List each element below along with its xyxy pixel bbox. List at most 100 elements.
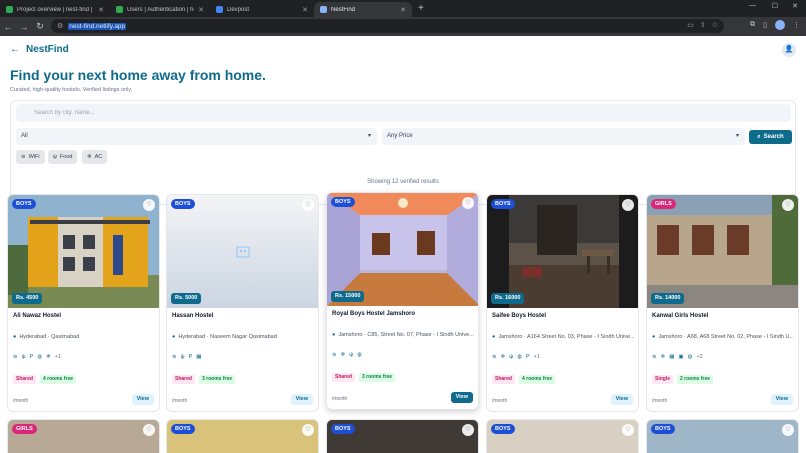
forward-nav-icon[interactable]: → (16, 22, 32, 32)
heart-icon[interactable]: ♡ (622, 424, 634, 436)
close-icon[interactable]: ✕ (98, 6, 104, 14)
profile-avatar[interactable] (775, 20, 785, 30)
hostel-location: ● Hyderabad · Naseem Nagar Qasimabad (172, 334, 317, 340)
firebase-icon (6, 6, 13, 13)
browser-tab-nestfind[interactable]: NestFind ✕ (314, 2, 412, 17)
location-text: Jamshoro · A68, A68 Street No. 02, Phase… (658, 334, 795, 340)
listing-card-partial[interactable]: BOYS ♡ (646, 419, 799, 453)
install-app-icon[interactable]: ▭ (687, 21, 694, 29)
wifi-icon: ≋ (172, 354, 177, 360)
wifi-icon: ≋ (13, 354, 18, 360)
view-button[interactable]: View (610, 394, 633, 405)
view-button[interactable]: View (770, 394, 793, 405)
listing-card-partial[interactable]: BOYS ♡ (326, 419, 479, 453)
brand-logo-text[interactable]: NestFind (26, 44, 69, 55)
gender-badge: GIRLS (651, 199, 676, 209)
extensions-icon[interactable]: ⧉ (750, 21, 755, 29)
listing-card[interactable]: BOYS ♡ Rs. 15000 Royal Boys Hostel Jamsh… (326, 192, 479, 410)
rooms-free-tag: 4 rooms free (519, 375, 556, 384)
location-text: Hyderabad · Qasimabad (19, 334, 80, 340)
heart-icon[interactable]: ♡ (622, 199, 634, 211)
amenities-list: ≋ ❄ ψ ◍ (332, 352, 362, 358)
listing-card-partial[interactable]: BOYS ♡ (166, 419, 319, 453)
security-icon: ◍ (517, 354, 522, 360)
per-month-label: /month (492, 398, 508, 404)
amenities-list: ≋ ψ P ◍ ❄ +1 (13, 354, 61, 360)
close-window-icon[interactable]: ✕ (792, 2, 798, 10)
bookmark-star-icon[interactable]: ☆ (712, 21, 718, 29)
food-icon: ψ (349, 352, 354, 358)
listing-card[interactable]: BOYS ♡ Rs. 5000 Hassan Hostel ● Hyderabad… (166, 194, 319, 412)
gender-badge: BOYS (331, 197, 355, 207)
chevron-down-icon: ▾ (367, 133, 371, 139)
rooms-free-tag: 3 rooms free (359, 373, 396, 382)
filter-chip-food[interactable]: ψ Food (48, 150, 78, 164)
price-select[interactable]: Any Price ▾ (382, 128, 745, 145)
heart-icon[interactable]: ♡ (302, 424, 314, 436)
minimize-icon[interactable]: — (749, 2, 756, 9)
search-icon: ⌕ (757, 133, 761, 140)
listing-card-partial[interactable]: BOYS ♡ (486, 419, 639, 453)
amenities-list: ≋ ψ P ▦ (172, 354, 201, 360)
address-bar[interactable]: ⚙ nest-find.netlify.app ▭ ⇪ ☆ (51, 19, 724, 33)
search-input[interactable] (16, 104, 791, 122)
filter-chip-label: AC (94, 154, 103, 160)
browser-toolbar: ← → ↻ ⚙ nest-find.netlify.app ▭ ⇪ ☆ ⧉ ▯ … (0, 17, 806, 36)
back-nav-icon[interactable]: ← (0, 22, 16, 32)
site-info-icon[interactable]: ⚙ (57, 22, 63, 30)
heart-icon[interactable]: ♡ (462, 424, 474, 436)
rooms-free-tag: 3 rooms free (199, 375, 236, 384)
security-icon: ◍ (37, 354, 43, 360)
browser-tab-devpost[interactable]: Devpost ✕ (210, 2, 314, 17)
listing-card[interactable]: BOYS ♡ Rs. 4500 Ali Nawaz Hostel ● Hydera… (7, 194, 160, 412)
page-title: Find your next home away from home. (10, 67, 266, 83)
back-arrow-icon[interactable]: ← (10, 44, 20, 55)
sidebar-icon[interactable]: ▯ (763, 21, 767, 29)
new-tab-button[interactable]: + (412, 2, 430, 17)
filter-chip-wifi[interactable]: ≋ WiFi (16, 150, 45, 164)
security-icon: ◍ (687, 354, 693, 360)
listing-card[interactable]: GIRLS ♡ Rs. 14000 Kanwal Girls Hostel ● J… (646, 194, 799, 412)
map-pin-icon: ● (492, 334, 496, 340)
listing-card-partial[interactable]: GIRLS ♡ (7, 419, 160, 453)
url-text[interactable]: nest-find.netlify.app (68, 22, 127, 30)
filter-chip-ac[interactable]: ❄ AC (82, 150, 108, 164)
search-button[interactable]: ⌕ Search (749, 130, 792, 144)
hostel-name: Ali Nawaz Hostel (13, 313, 62, 319)
view-button[interactable]: View (131, 394, 154, 405)
snowflake-icon: ❄ (340, 352, 346, 358)
gender-badge: BOYS (651, 424, 675, 434)
close-icon[interactable]: ✕ (302, 6, 308, 14)
heart-icon[interactable]: ♡ (143, 199, 155, 211)
room-type-tag: Shared (172, 375, 195, 384)
hostel-name: Hassan Hostel (172, 313, 214, 319)
price-badge: Rs. 15000 (331, 291, 365, 302)
listing-card[interactable]: BOYS ♡ Rs. 16000 Saifee Boys Hostel ● Jam… (486, 194, 639, 412)
hostel-photo (8, 195, 159, 308)
heart-icon[interactable]: ♡ (143, 424, 155, 436)
chevron-down-icon: ▾ (735, 133, 739, 139)
heart-icon[interactable]: ♡ (782, 424, 794, 436)
search-panel: ⌕ All ▾ Any Price ▾ ⌕ Search ≋ WiFi ψ Fo… (10, 100, 796, 205)
type-select[interactable]: All ▾ (16, 128, 377, 145)
browser-tab-firebase[interactable]: Project overview | nest-find | Fir ✕ (0, 2, 110, 17)
heart-icon[interactable]: ♡ (782, 199, 794, 211)
heart-icon[interactable]: ♡ (462, 197, 474, 209)
heart-icon[interactable]: ♡ (302, 199, 314, 211)
map-pin-icon: ● (332, 332, 336, 338)
share-icon[interactable]: ⇪ (700, 21, 706, 29)
user-icon[interactable]: 👤 (782, 43, 796, 57)
browser-tab-auth[interactable]: Users | Authentication | hostel-f ✕ (110, 2, 210, 17)
price-badge: Rs. 4500 (12, 293, 43, 304)
view-button[interactable]: View (290, 394, 313, 405)
close-icon[interactable]: ✕ (400, 6, 406, 14)
food-icon: ψ (180, 354, 185, 360)
maximize-icon[interactable]: ☐ (772, 2, 778, 10)
menu-icon[interactable]: ⋮ (793, 21, 800, 29)
reload-icon[interactable]: ↻ (32, 21, 48, 32)
gender-badge: GIRLS (12, 424, 37, 434)
room-type-tag: Single (652, 375, 674, 384)
close-icon[interactable]: ✕ (198, 6, 204, 14)
view-button[interactable]: View (450, 392, 473, 403)
food-icon: ψ (509, 354, 514, 360)
